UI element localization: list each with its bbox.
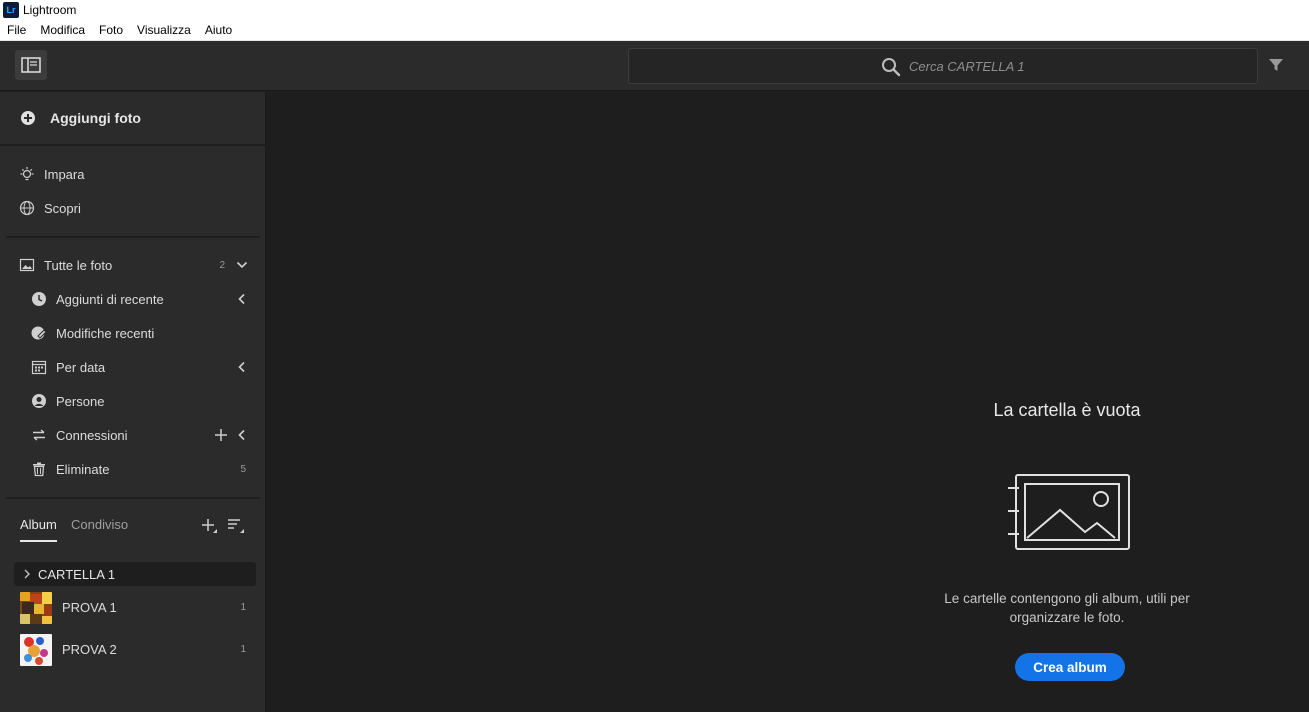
menu-aiuto[interactable]: Aiuto: [198, 20, 239, 41]
album-count: 1: [240, 602, 246, 613]
sidebar: Aggiungi foto Impara Scopri Tutte le fot…: [0, 92, 266, 712]
menu-foto[interactable]: Foto: [92, 20, 130, 41]
window-title: Lightroom: [23, 3, 77, 17]
sidebar-item-tutte-le-foto[interactable]: Tutte le foto 2: [0, 248, 266, 282]
photo-count: 2: [219, 259, 225, 271]
sidebar-item-eliminate[interactable]: Eliminate 5: [0, 452, 266, 486]
lightroom-logo-icon: Lr: [3, 2, 19, 18]
tab-condiviso[interactable]: Condiviso: [71, 517, 128, 540]
sidebar-item-impara[interactable]: Impara: [0, 157, 266, 191]
menu-file[interactable]: File: [0, 20, 33, 41]
photos-icon: [19, 258, 35, 272]
sidebar-item-scopri[interactable]: Scopri: [0, 191, 266, 225]
search-box[interactable]: [628, 48, 1258, 84]
empty-folder-illustration-icon: [1008, 474, 1130, 550]
sidebar-item-label: Scopri: [44, 200, 81, 216]
album-prova-2[interactable]: PROVA 2 1: [0, 632, 266, 668]
sidebar-item-label: Persone: [56, 393, 105, 409]
sort-icon[interactable]: [227, 518, 245, 534]
deleted-count: 5: [240, 463, 246, 475]
folder-label: CARTELLA 1: [38, 566, 116, 582]
tab-album[interactable]: Album: [20, 517, 57, 542]
empty-state-description-line-2: organizzare le foto.: [1009, 610, 1125, 625]
person-icon: [32, 394, 46, 408]
filter-icon[interactable]: [1268, 57, 1284, 73]
title-bar: Lr Lightroom: [0, 0, 1309, 20]
empty-state-description-line-1: Le cartelle contengono gli album, utili …: [944, 591, 1190, 606]
sidebar-item-label: Connessioni: [56, 427, 128, 443]
sidebar-item-label: Aggiunti di recente: [56, 291, 164, 307]
album-count: 1: [240, 644, 246, 655]
folder-cartella-1[interactable]: CARTELLA 1: [14, 562, 256, 586]
album-thumbnail: [20, 634, 52, 666]
sidebar-item-label: Eliminate: [56, 461, 110, 477]
sidebar-divider: [6, 497, 260, 499]
sidebar-item-aggiunti-di-recente[interactable]: Aggiunti di recente: [0, 282, 266, 316]
lightbulb-icon: [20, 167, 34, 181]
menu-modifica[interactable]: Modifica: [33, 20, 92, 41]
menu-visualizza[interactable]: Visualizza: [130, 20, 198, 41]
create-album-button[interactable]: Crea album: [1015, 653, 1125, 681]
empty-state-title: La cartella è vuota: [993, 400, 1141, 420]
chevron-left-icon[interactable]: [236, 293, 248, 305]
sidebar-item-persone[interactable]: Persone: [0, 384, 266, 418]
search-input[interactable]: [909, 49, 1229, 83]
menu-bar: File Modifica Foto Visualizza Aiuto: [0, 20, 1309, 41]
add-connection-icon[interactable]: [214, 428, 228, 442]
album-tabs: Album Condiviso: [0, 512, 266, 544]
main-content: La cartella è vuota Le cartelle contengo…: [267, 92, 1309, 712]
trash-icon: [33, 462, 45, 477]
add-album-icon[interactable]: [201, 518, 217, 534]
chevron-left-icon[interactable]: [236, 429, 248, 441]
album-label: PROVA 2: [62, 642, 117, 657]
top-toolbar: [0, 41, 1309, 91]
sidebar-item-per-data[interactable]: Per data: [0, 350, 266, 384]
sidebar-divider: [6, 236, 260, 238]
sidebar-item-label: Per data: [56, 359, 106, 375]
edit-history-icon: [31, 326, 47, 340]
globe-icon: [19, 200, 35, 216]
album-prova-1[interactable]: PROVA 1 1: [0, 590, 266, 626]
album-thumbnail: [20, 592, 52, 624]
empty-state-description: Le cartelle contengono gli album, utili …: [907, 589, 1227, 627]
chevron-down-icon[interactable]: [236, 259, 248, 271]
sidebar-item-label: Tutte le foto: [44, 257, 113, 273]
panel-toggle-button[interactable]: [15, 50, 47, 80]
add-photos-label: Aggiungi foto: [50, 110, 141, 126]
sidebar-item-connessioni[interactable]: Connessioni: [0, 418, 266, 452]
connections-icon: [33, 429, 45, 441]
calendar-icon: [31, 360, 47, 375]
chevron-left-icon[interactable]: [236, 361, 248, 373]
album-label: PROVA 1: [62, 600, 117, 615]
add-circle-icon: [21, 111, 35, 125]
chevron-right-icon[interactable]: [22, 569, 32, 579]
sidebar-item-label: Modifiche recenti: [56, 325, 155, 341]
sidebar-item-label: Impara: [44, 166, 85, 182]
search-icon: [882, 58, 901, 77]
sidebar-item-modifiche-recenti[interactable]: Modifiche recenti: [0, 316, 266, 350]
clock-icon: [32, 292, 46, 306]
add-photos-button[interactable]: Aggiungi foto: [0, 92, 265, 146]
panel-layout-icon: [21, 57, 41, 73]
